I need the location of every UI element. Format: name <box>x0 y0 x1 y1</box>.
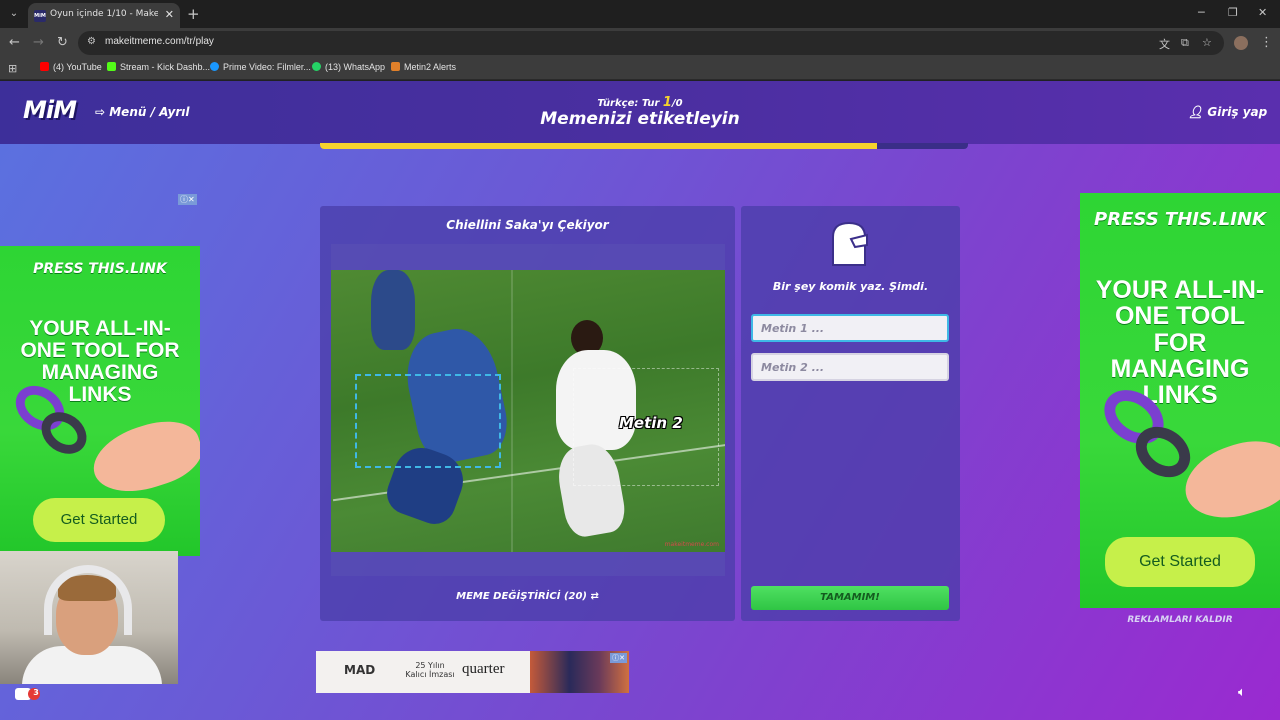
menu-leave-link[interactable]: ⇨ Menü / Ayrıl <box>95 105 190 119</box>
kick-icon <box>107 62 116 71</box>
ad-brand: PRESS THIS.LINK <box>1094 209 1266 230</box>
metin2-icon <box>391 62 400 71</box>
ad-close-icon[interactable]: ⓘ✕ <box>610 653 627 663</box>
bottom-ad-banner[interactable]: MAD 25 Yılın Kalıcı İmzası quarter ⓘ✕ <box>316 651 629 693</box>
caption-input-2[interactable] <box>751 353 949 381</box>
hand-illustration <box>1175 429 1280 531</box>
site-info-icon[interactable]: ⚙ <box>87 36 96 47</box>
right-ad-banner[interactable]: PRESS THIS.LINK YOUR ALL-IN-ONE TOOL FOR… <box>1080 193 1280 608</box>
browser-toolbar: ← → ↻ ⚙ makeitmeme.com/tr/play 文 ⧉ ☆ ⋮ <box>0 28 1280 58</box>
bookmark-kick[interactable]: Stream - Kick Dashb... <box>107 62 210 72</box>
round-total: /0 <box>671 98 683 109</box>
bookmarks-bar: ⊞ (4) YouTube Stream - Kick Dashb... Pri… <box>0 58 1280 80</box>
headset-icon <box>44 565 132 635</box>
meme-overlay-text-2: Metin 2 <box>619 414 683 432</box>
translate-icon[interactable]: 文 <box>1159 36 1170 52</box>
tab-favicon-icon: MiM <box>34 10 46 22</box>
meme-panel: Chiellini Saka'yı Çekiyor Metin 2 makeit… <box>320 206 735 621</box>
site-header: MiM ⇨ Menü / Ayrıl Türkçe: Tur 1/0 Memen… <box>0 81 1280 144</box>
site-logo[interactable]: MiM <box>23 96 77 124</box>
ad-choices-icon[interactable]: ⓘ✕ <box>178 194 197 205</box>
ad-brand: PRESS THIS.LINK <box>33 261 167 277</box>
meme-watermark: makeitmeme.com <box>664 541 719 548</box>
login-link[interactable]: 👤︎ Giriş yap <box>1188 105 1267 119</box>
game-page: MiM ⇨ Menü / Ayrıl Türkçe: Tur 1/0 Memen… <box>0 81 1280 720</box>
ad-headline: YOUR ALL-IN-ONE TOOL FOR MANAGING LINKS <box>1095 276 1265 409</box>
browser-tab-bar: ⌄ MiM Oyun içinde 1/10 - Make it Meme ✕ … <box>0 0 1280 28</box>
install-app-icon[interactable]: ⧉ <box>1181 36 1189 50</box>
notification-count: 3 <box>33 688 39 697</box>
tab-close-icon[interactable]: ✕ <box>165 8 174 21</box>
meme-title: Chiellini Saka'yı Çekiyor <box>446 218 609 232</box>
youtube-icon <box>40 62 49 71</box>
whatsapp-icon <box>312 62 321 71</box>
player-blue-background <box>371 270 415 350</box>
new-tab-icon[interactable]: + <box>187 5 200 23</box>
apps-grid-icon[interactable]: ⊞ <box>8 62 17 75</box>
round-info: Türkçe: Tur 1/0 <box>597 95 683 110</box>
ghost-mascot-icon <box>832 221 868 266</box>
meme-image: Metin 2 makeitmeme.com <box>331 270 725 552</box>
ad-mad-logo: MAD <box>344 663 376 677</box>
ad-quarter-logo: quarter <box>462 661 505 677</box>
ad-cta-button[interactable]: Get Started <box>33 498 165 542</box>
back-icon[interactable]: ← <box>9 35 20 50</box>
remove-ads-link[interactable]: REKLAMLARI KALDIR <box>1080 615 1280 625</box>
reload-icon[interactable]: ↻ <box>57 35 68 50</box>
caption-input-1[interactable] <box>751 314 949 342</box>
bookmark-star-icon[interactable]: ☆ <box>1202 36 1212 49</box>
url-text[interactable]: makeitmeme.com/tr/play <box>105 36 214 47</box>
left-ad-banner[interactable]: PRESS THIS.LINK YOUR ALL-IN-ONE TOOL FOR… <box>0 246 200 556</box>
browser-menu-icon[interactable]: ⋮ <box>1260 35 1273 50</box>
page-title: Memenizi etiketleyin <box>540 109 740 129</box>
prime-video-icon <box>210 62 219 71</box>
bookmark-prime-video[interactable]: Prime Video: Filmler... <box>210 62 311 72</box>
caption-prompt: Bir şey komik yaz. Şimdi. <box>772 280 929 293</box>
meme-changer-button[interactable]: MEME DEĞİŞTİRİCİ (20) ⇄ <box>320 591 735 602</box>
address-bar[interactable]: ⚙ makeitmeme.com/tr/play 文 ⧉ ☆ <box>78 31 1224 55</box>
meme-frame: Metin 2 makeitmeme.com <box>331 244 725 576</box>
profile-avatar[interactable] <box>1234 36 1248 50</box>
bookmark-youtube[interactable]: (4) YouTube <box>40 62 102 72</box>
window-close-icon[interactable]: ✕ <box>1258 6 1267 19</box>
tab-title: Oyun içinde 1/10 - Make it Meme <box>50 9 158 19</box>
done-button[interactable]: TAMAMIM! <box>751 586 949 610</box>
swap-icon: ⇄ <box>590 591 599 602</box>
round-timer-fill <box>320 143 878 149</box>
caption-input-panel: Bir şey komik yaz. Şimdi. TAMAMIM! <box>741 206 960 621</box>
user-icon: 👤︎ <box>1188 105 1208 119</box>
window-minimize-icon[interactable]: ─ <box>1198 6 1205 19</box>
window-restore-icon[interactable]: ❐ <box>1228 6 1238 19</box>
ad-years-text: 25 Yılın Kalıcı İmzası <box>405 661 455 679</box>
hand-illustration <box>85 410 200 504</box>
pitch-line <box>511 270 513 552</box>
round-current: 1 <box>662 95 672 110</box>
exit-icon: ⇨ <box>95 105 110 119</box>
tab-search-icon[interactable]: ⌄ <box>5 5 23 23</box>
sound-mute-icon[interactable]: 🔈︎ <box>1238 685 1246 700</box>
text-box-1[interactable] <box>355 374 501 468</box>
forward-icon[interactable]: → <box>33 35 44 50</box>
round-timer-bar <box>320 143 968 149</box>
bookmark-whatsapp[interactable]: (13) WhatsApp <box>312 62 385 72</box>
bookmark-metin2[interactable]: Metin2 Alerts <box>391 62 456 72</box>
browser-tab-active[interactable]: MiM Oyun içinde 1/10 - Make it Meme ✕ <box>28 3 180 28</box>
webcam-overlay <box>0 551 178 684</box>
ad-cta-button[interactable]: Get Started <box>1105 537 1255 587</box>
